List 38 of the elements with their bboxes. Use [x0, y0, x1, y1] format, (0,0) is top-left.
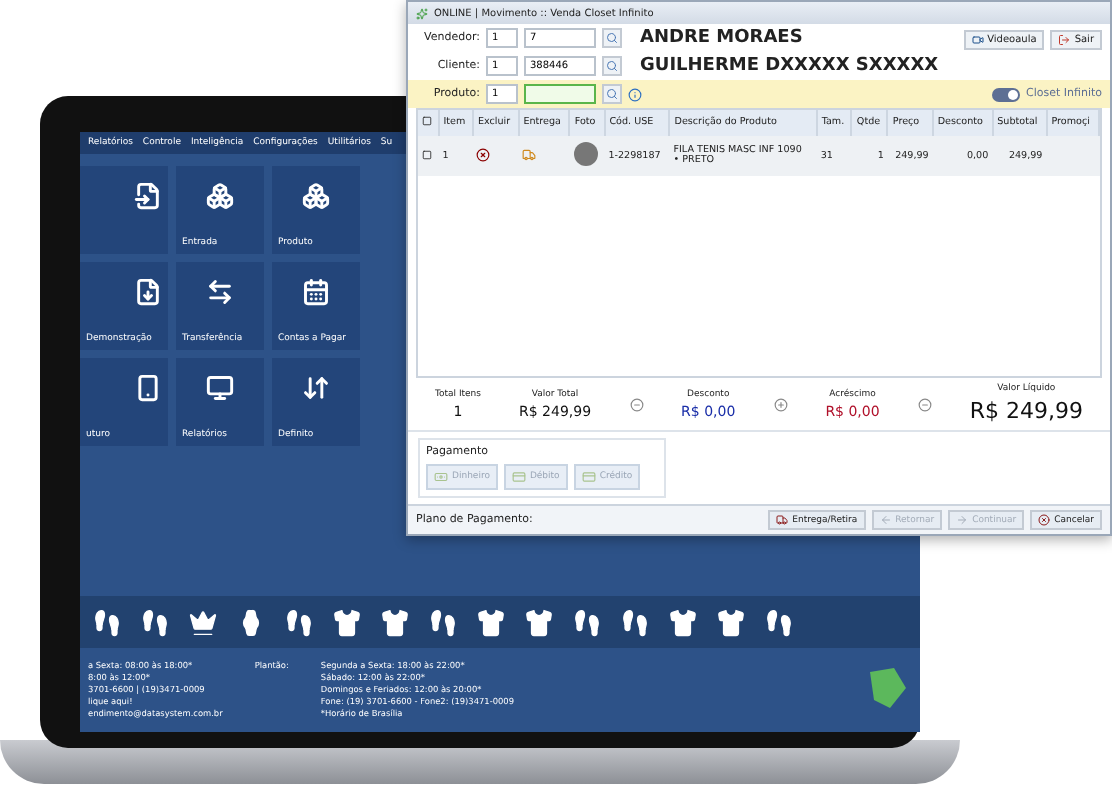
tile-icon [134, 374, 162, 402]
minus-icon[interactable] [629, 397, 644, 411]
payment-icon [581, 470, 596, 484]
total-value: R$ 249,99 [969, 398, 1083, 424]
person-name: ANDRE MORAES [640, 28, 803, 48]
payment-icon [434, 470, 448, 484]
tile-icon [302, 374, 330, 402]
product-field[interactable] [524, 84, 596, 104]
logo-icon [864, 664, 912, 712]
tile-icon [134, 182, 162, 210]
product-photo [573, 142, 598, 166]
cancel-icon [1038, 514, 1051, 526]
video-icon [971, 34, 984, 46]
info-icon [628, 87, 642, 101]
tile-icon [206, 182, 234, 210]
delivery-icon [522, 147, 537, 161]
toggle-switch[interactable] [992, 87, 1020, 101]
tile-icon [134, 278, 162, 306]
exit-icon [1058, 34, 1071, 46]
deliver-icon [776, 514, 789, 526]
tile-icon [302, 182, 330, 210]
tile-icon [302, 278, 330, 306]
minus-icon[interactable] [917, 397, 932, 411]
search-button[interactable] [602, 28, 622, 48]
tile-icon [206, 374, 234, 402]
search-button[interactable] [602, 84, 622, 104]
payment-icon [511, 470, 526, 484]
back-icon [879, 514, 892, 526]
next-icon [956, 514, 969, 526]
checkbox-icon [422, 116, 432, 126]
shortcut-tile[interactable] [80, 166, 168, 254]
tile-icon [206, 278, 234, 306]
delete-icon[interactable] [476, 147, 491, 161]
row-checkbox[interactable] [422, 149, 432, 159]
plus-icon[interactable] [773, 397, 788, 411]
person-name: GUILHERME DXXXXX SXXXXX [640, 56, 939, 76]
app-icon [416, 7, 428, 19]
search-button[interactable] [602, 56, 622, 76]
